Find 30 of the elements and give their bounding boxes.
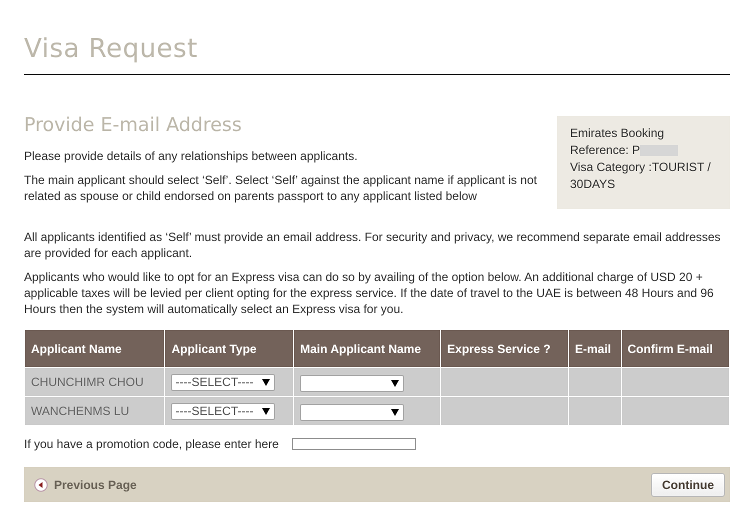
section-title: Provide E-mail Address [24,114,243,138]
promotion-code-field[interactable] [292,438,416,450]
booking-info-line: Reference: P [570,143,640,157]
paragraph: Please provide details of any relationships between applicants. [24,148,359,164]
paragraph: All applicants identified as ‘Self’ must provide an email address. For security and privacy, we recommend separate email addresses are provided for each applicant. [24,229,722,261]
applicant-name-cell: CHUNCHIMR CHOU [24,368,165,396]
main-applicant-dropdown[interactable] [300,404,404,421]
applicant-name-cell: WANCHENMS LU [24,396,165,426]
applicant-type-dropdown[interactable]: ----SELECT---- [171,374,276,390]
paragraph: The main applicant should select ‘Self’. Select ‘Self’ against the applicant name if applicant is not related as spouse or child endorsed on parents passport to any applicant listed below [24,172,538,204]
caret-icon [262,378,270,386]
continue-button[interactable]: Continue [651,472,725,496]
column-header: Main Applicant Name [294,330,441,368]
caret-icon [262,408,270,414]
booking-info-line: Emirates Booking [570,126,664,140]
previous-page-link[interactable]: Previous Page [34,478,137,492]
page-title: Visa Request [24,33,199,66]
caret-icon [391,408,400,416]
column-header: E-mail [568,330,621,368]
column-header: Confirm E-mail [621,330,730,368]
promotion-label: If you have a promotion code, please enter here [24,437,279,451]
column-header: Express Service ? [440,330,568,368]
applicant-type-dropdown[interactable]: ----SELECT---- [171,402,276,420]
caret-icon [391,380,400,387]
column-header: Applicant Type [164,330,294,368]
column-header: Applicant Name [24,330,165,368]
booking-info-line: Visa Category :TOURIST / [570,160,711,174]
paragraph: Applicants who would like to opt for an Express visa can do so by availing of the option below. An additional charge of USD 20 + applicable taxes will be levied per client opting for the express service. If the date of travel to the UAE is between 48 Hours and 96 Hours then the system will automatically select an Express visa for you. [24,269,715,317]
main-applicant-dropdown[interactable] [300,374,404,392]
booking-info-line: 30DAYS [570,177,616,191]
